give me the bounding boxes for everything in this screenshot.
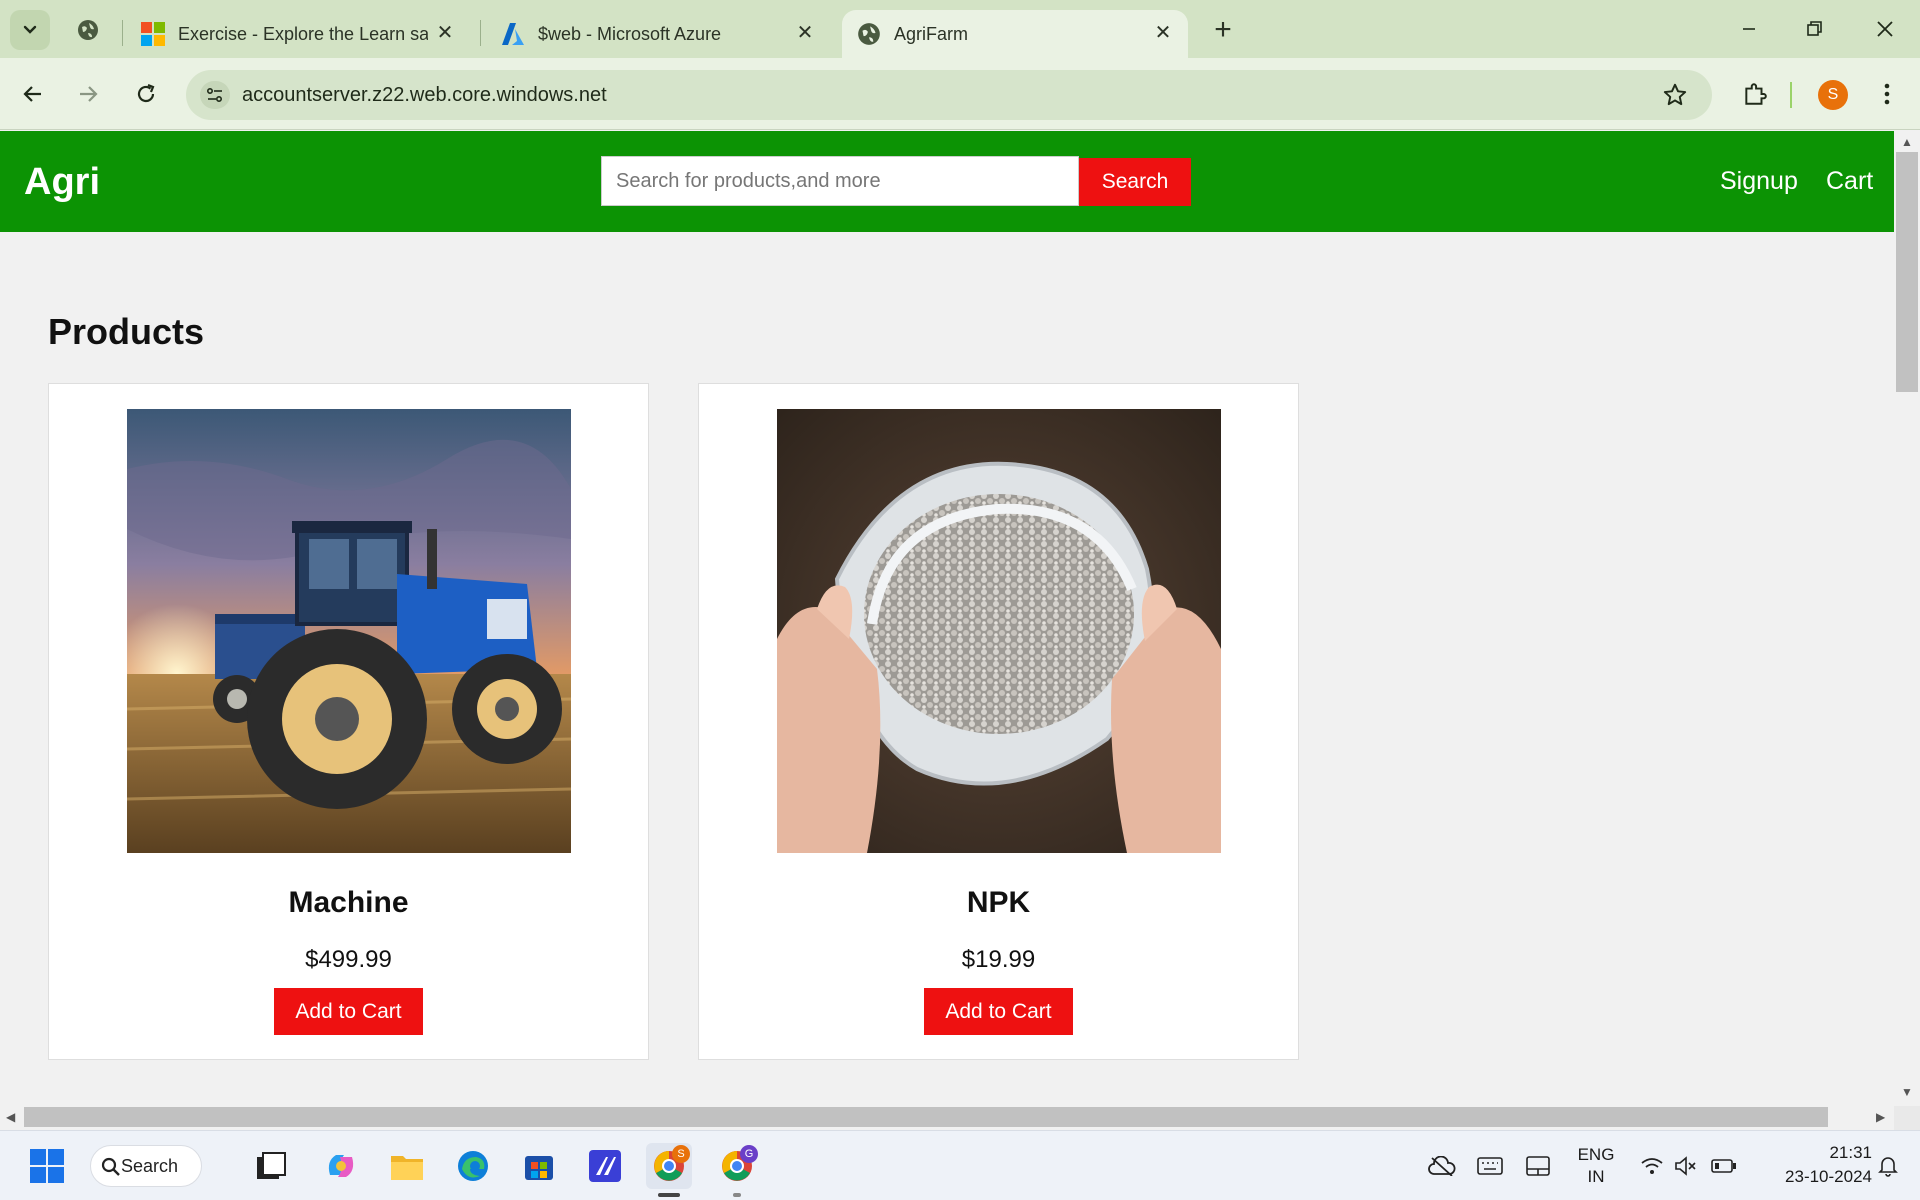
product-price: $499.99: [305, 946, 392, 973]
product-card: Machine $499.99 Add to Cart: [48, 383, 649, 1060]
microsoft-logo-icon: [141, 22, 165, 46]
taskbar-search-box[interactable]: Search: [90, 1145, 202, 1187]
tab-learn[interactable]: Exercise - Explore the Learn san ✕: [140, 10, 470, 58]
page-title: Products: [48, 311, 205, 352]
site-info-icon[interactable]: [200, 81, 230, 109]
windows-taskbar: Search S G ENG IN 21:31 23-10-2024: [0, 1130, 1920, 1200]
horizontal-scroll-thumb[interactable]: [24, 1107, 1828, 1127]
edge-browser-icon[interactable]: [450, 1143, 496, 1189]
tab-title: $web - Microsoft Azure: [538, 23, 722, 44]
notifications-icon[interactable]: [1868, 1143, 1908, 1189]
product-card: NPK $19.99 Add to Cart: [698, 383, 1299, 1060]
reload-icon: [137, 83, 155, 103]
close-window-button[interactable]: [1860, 8, 1910, 50]
input-language[interactable]: ENG: [1576, 1145, 1616, 1165]
tab-strip: Exercise - Explore the Learn san ✕ $web …: [0, 0, 1920, 58]
arrow-right-icon: [80, 86, 98, 102]
restore-button[interactable]: [1790, 8, 1840, 50]
scroll-down-arrow-icon[interactable]: ▼: [1901, 1086, 1913, 1098]
fertilizer-bag-photo: [777, 409, 1221, 853]
keyboard-icon[interactable]: [1468, 1143, 1512, 1189]
search-icon: [101, 1157, 120, 1176]
azure-logo-icon: [502, 23, 524, 45]
chevron-down-icon: [23, 25, 37, 34]
extensions-icon[interactable]: [1740, 74, 1770, 114]
search-button[interactable]: Search: [1079, 158, 1191, 206]
onedrive-offline-icon[interactable]: [1420, 1143, 1464, 1189]
product-search-input[interactable]: [601, 156, 1079, 206]
clock-date[interactable]: 23-10-2024: [1756, 1167, 1872, 1187]
bookmark-star-icon[interactable]: [1662, 82, 1688, 108]
windows-logo-icon: [30, 1149, 64, 1183]
close-icon[interactable]: ✕: [794, 22, 816, 44]
dev-app-icon[interactable]: [582, 1143, 628, 1189]
close-icon: [1877, 21, 1893, 37]
new-tab-button[interactable]: +: [1206, 14, 1240, 48]
add-to-cart-button[interactable]: Add to Cart: [274, 988, 423, 1035]
clock-time[interactable]: 21:31: [1800, 1143, 1872, 1163]
globe-icon: [858, 23, 880, 45]
tab-title: AgriFarm: [894, 23, 969, 44]
browser-toolbar: accountserver.z22.web.core.windows.net S: [0, 58, 1920, 130]
close-icon[interactable]: ✕: [1152, 22, 1174, 44]
globe-icon[interactable]: [76, 18, 100, 42]
scroll-up-arrow-icon[interactable]: ▲: [1901, 136, 1913, 148]
tab-title: Exercise - Explore the Learn san: [178, 23, 428, 44]
add-to-cart-button[interactable]: Add to Cart: [924, 988, 1073, 1035]
back-button[interactable]: [13, 74, 53, 114]
site-header: Agri Search Signup Cart: [0, 131, 1894, 232]
minimize-icon: [1743, 28, 1755, 30]
task-view-icon[interactable]: [248, 1143, 294, 1189]
battery-icon[interactable]: [1702, 1143, 1746, 1189]
reload-button[interactable]: [126, 74, 166, 114]
tab-search-button[interactable]: [10, 10, 50, 50]
product-name: Machine: [288, 886, 409, 919]
arrow-left-icon: [23, 86, 41, 102]
file-explorer-icon[interactable]: [384, 1143, 430, 1189]
copilot-icon[interactable]: [318, 1143, 364, 1189]
close-icon[interactable]: ✕: [434, 22, 456, 44]
tab-azure[interactable]: $web - Microsoft Azure ✕: [500, 10, 830, 58]
tab-separator: [122, 20, 123, 46]
address-bar[interactable]: accountserver.z22.web.core.windows.net: [186, 70, 1712, 120]
cart-link[interactable]: Cart: [1826, 167, 1873, 196]
start-button[interactable]: [24, 1143, 70, 1189]
profile-badge: S: [672, 1145, 690, 1163]
forward-button[interactable]: [68, 74, 108, 114]
restore-icon: [1807, 21, 1822, 36]
tab-agrifarm[interactable]: AgriFarm ✕: [842, 10, 1188, 58]
chrome-profile-g-icon[interactable]: G: [714, 1143, 760, 1189]
scroll-left-arrow-icon[interactable]: ◀: [6, 1111, 15, 1123]
signup-link[interactable]: Signup: [1720, 167, 1798, 196]
profile-badge: G: [740, 1145, 758, 1163]
microsoft-store-icon[interactable]: [516, 1143, 562, 1189]
product-name: NPK: [966, 886, 1031, 919]
more-menu-icon[interactable]: [1872, 74, 1902, 114]
active-app-indicator: [658, 1193, 680, 1197]
product-price: $19.99: [961, 946, 1036, 973]
vertical-scroll-thumb[interactable]: [1896, 152, 1918, 392]
input-region[interactable]: IN: [1576, 1167, 1616, 1187]
touchpad-icon[interactable]: [1516, 1143, 1560, 1189]
url-text: accountserver.z22.web.core.windows.net: [242, 84, 607, 106]
chrome-profile-s-icon[interactable]: S: [646, 1143, 692, 1189]
scroll-right-arrow-icon[interactable]: ▶: [1876, 1111, 1885, 1123]
toolbar-divider: [1790, 82, 1792, 108]
site-logo[interactable]: Agri: [24, 161, 100, 204]
minimize-button[interactable]: [1724, 8, 1774, 50]
tab-separator: [480, 20, 481, 46]
page-viewport: Agri Search Signup Cart Products: [0, 131, 1894, 1106]
taskbar-search-label: Search: [121, 1155, 179, 1176]
profile-avatar[interactable]: S: [1818, 80, 1848, 110]
scrollbar-corner: [1894, 1106, 1920, 1130]
tractor-photo: [127, 409, 571, 853]
running-app-indicator: [733, 1193, 741, 1197]
